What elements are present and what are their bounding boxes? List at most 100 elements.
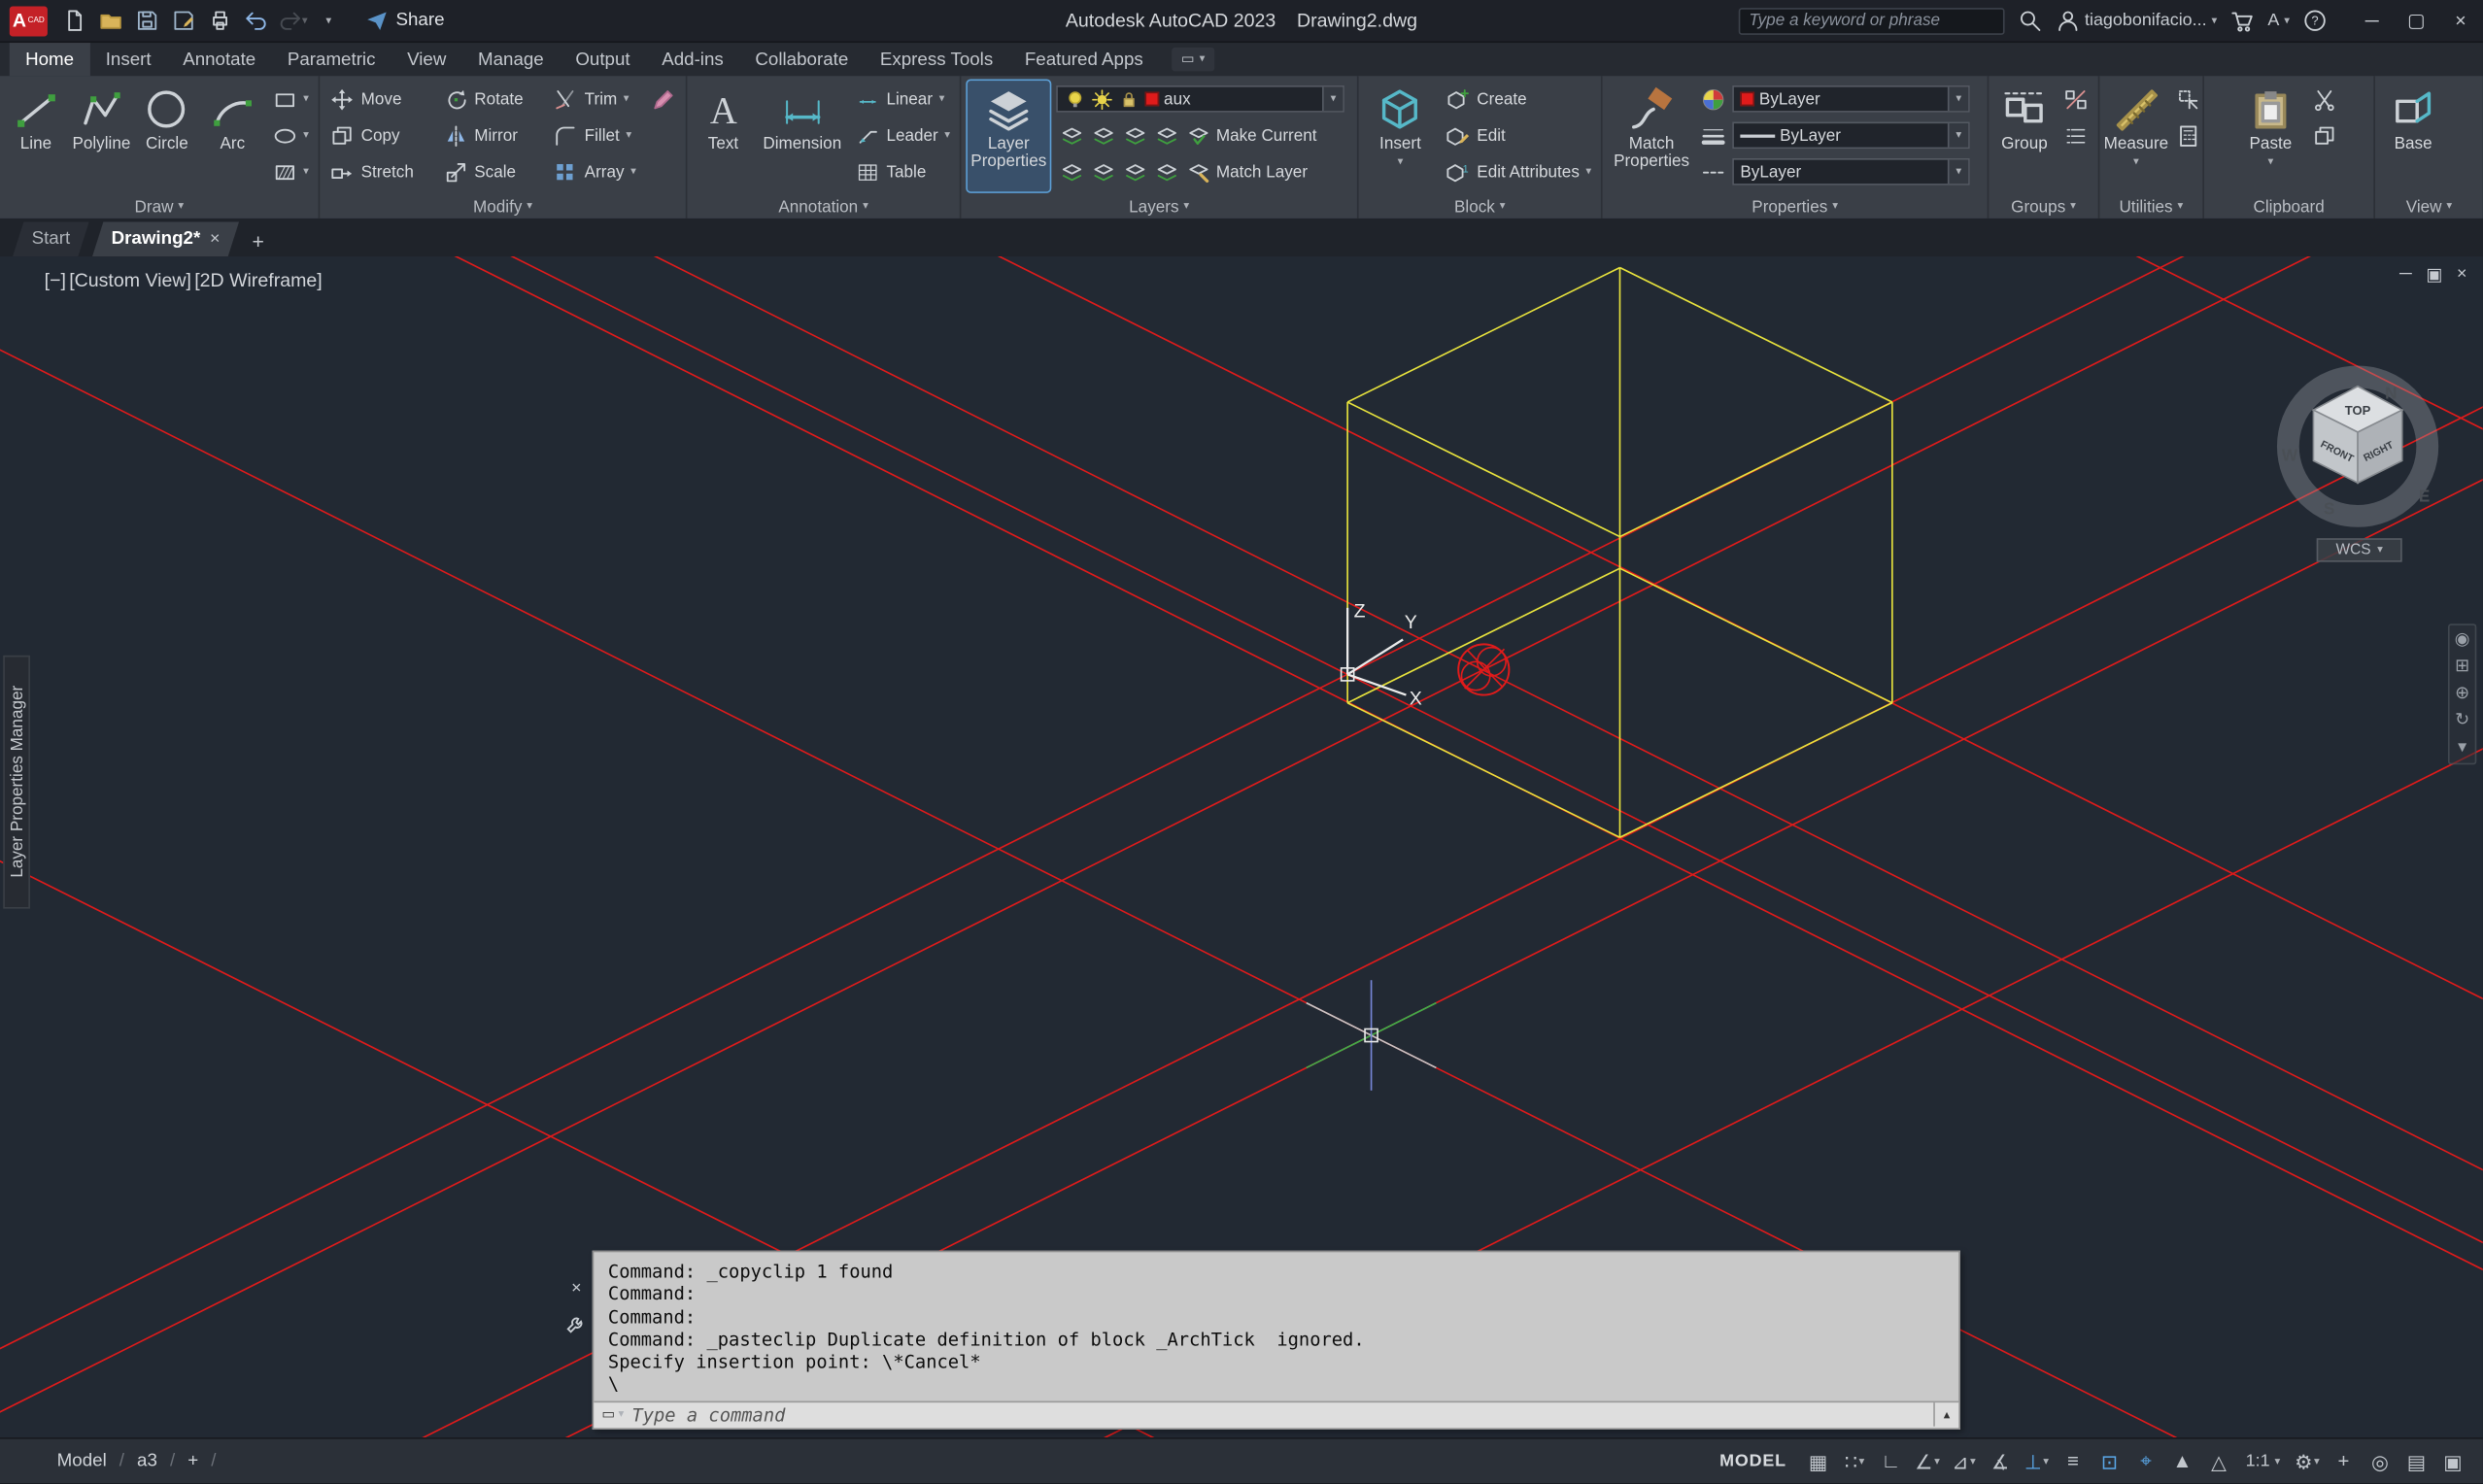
linetype-combo[interactable]: ByLayer ▾ [1732,158,1970,186]
ortho-mode-toggle[interactable]: ∟ [1874,1444,1909,1477]
app-store-button[interactable] [2229,8,2255,33]
tab-express-tools[interactable]: Express Tools [865,43,1009,76]
pan-icon[interactable]: ⊞ [2455,658,2469,676]
save-as-button[interactable] [166,5,199,37]
grid-display-toggle[interactable]: ▦ [1801,1444,1836,1477]
new-layout-button[interactable]: + [187,1452,198,1471]
isolate-objects-button[interactable]: ◎ [2363,1444,2398,1477]
layer-combo[interactable]: aux ▾ [1056,85,1344,113]
rectangle-button[interactable]: ▾ [268,81,312,117]
tab-manage[interactable]: Manage [462,43,560,76]
trim-button[interactable]: Trim ▾ [550,81,641,117]
array-button[interactable]: Array ▾ [550,153,641,189]
viewcube[interactable]: N E S W TOP FRONT RIGHT [2276,365,2439,527]
tab-insert[interactable]: Insert [89,43,166,76]
clipboard-panel-label[interactable]: Clipboard [2204,194,2373,218]
line-button[interactable]: Line [7,81,66,191]
view-panel-label[interactable]: View ▾ [2375,194,2483,218]
utilities-panel-label[interactable]: Utilities ▾ [2099,194,2202,218]
visual-style-menu[interactable]: [2D Wireframe] [194,269,323,291]
stretch-button[interactable]: Stretch [326,153,433,189]
scale-button[interactable]: Scale [439,153,543,189]
polyline-button[interactable]: Polyline [72,81,131,191]
properties-panel-label[interactable]: Properties ▾ [1603,194,1988,218]
file-tab-close-icon[interactable]: × [210,229,220,249]
paste-button[interactable]: Paste ▾ [2239,81,2302,191]
compass-south[interactable]: S [2324,500,2334,519]
compass-east[interactable]: E [2419,488,2430,506]
layer-combo-dropdown[interactable]: ▾ [1322,86,1344,112]
create-block-button[interactable]: Create [1442,81,1594,117]
match-properties-button[interactable]: Match Properties [1609,81,1694,191]
quick-calc-button[interactable] [2172,118,2204,153]
object-snap-tracking-toggle[interactable]: ∡ [1983,1444,2018,1477]
autocad-app-button[interactable]: A CAD [9,5,48,36]
layer-off-icon[interactable] [1059,122,1084,148]
workspace-switching-button[interactable]: ⚙ ▾ [2290,1444,2325,1477]
viewport-close-icon[interactable]: × [2457,264,2466,285]
fillet-button[interactable]: Fillet ▾ [550,118,641,153]
open-file-button[interactable] [93,5,126,37]
orbit-icon[interactable]: ↻ [2455,712,2469,730]
rotate-button[interactable]: Rotate [439,81,543,117]
model-space-button[interactable]: MODEL [1719,1452,1786,1471]
help-button[interactable]: ? [2302,8,2328,33]
wcs-menu[interactable]: WCS ▾ [2316,538,2402,562]
tab-home[interactable]: Home [9,43,90,77]
minimize-button[interactable]: ─ [2350,0,2395,41]
annotation-monitor-toggle[interactable]: + [2326,1444,2361,1477]
share-button[interactable]: Share [364,8,445,33]
layer-properties-button[interactable]: Layer Properties [966,79,1052,193]
linear-button[interactable]: Linear ▾ [852,81,954,117]
table-button[interactable]: Table [852,153,954,189]
layer-unisolate-icon[interactable] [1059,159,1084,185]
layers-panel-label[interactable]: Layers ▾ [961,194,1357,218]
insert-block-button[interactable]: Insert ▾ [1365,81,1436,191]
undo-button[interactable] [239,5,272,37]
close-button[interactable]: × [2438,0,2483,41]
new-drawing-tab-button[interactable]: + [242,224,274,256]
compass-west[interactable]: W [2282,446,2298,464]
command-line-window[interactable]: × Command: _copyclip 1 found Command: Co… [566,1250,1960,1430]
lineweight-display-toggle[interactable]: ≡ [2056,1444,2091,1477]
mirror-button[interactable]: Mirror [439,118,543,153]
save-button[interactable] [130,5,163,37]
hatch-button[interactable]: ▾ [268,153,312,189]
group-edit-button[interactable] [2060,118,2092,153]
autoscale-toggle[interactable]: △ [2201,1444,2236,1477]
viewport-restore-icon[interactable]: ▣ [2426,264,2442,286]
selection-cycling-toggle[interactable]: ⊡ [2092,1444,2127,1477]
dimension-button[interactable]: Dimension [760,81,846,191]
tab-collaborate[interactable]: Collaborate [739,43,864,76]
isometric-drafting-toggle[interactable]: ⊿ ▾ [1947,1444,1982,1477]
layer-unlock-icon[interactable] [1123,159,1148,185]
arc-button[interactable]: Arc [203,81,262,191]
clean-screen-button[interactable]: ▣ [2435,1444,2470,1477]
model-tab[interactable]: Model [57,1452,107,1471]
object-snap-toggle[interactable]: ⊥ ▾ [2020,1444,2055,1477]
edit-attributes-button[interactable]: 1 Edit Attributes ▾ [1442,153,1594,189]
circle-button[interactable]: Circle [137,81,196,191]
tab-add-ins[interactable]: Add-ins [646,43,739,76]
measure-button[interactable]: Measure ▾ [2104,81,2168,191]
navbar-more-icon[interactable]: ▾ [2458,738,2466,757]
groups-panel-label[interactable]: Groups ▾ [1989,194,2097,218]
command-options-button[interactable]: ▭ ▾ [594,1406,631,1424]
layer-lock-tool-icon[interactable] [1154,122,1179,148]
draw-panel-label[interactable]: Draw ▾ [0,194,319,218]
polar-tracking-toggle[interactable]: ∠ ▾ [1910,1444,1945,1477]
view-name-menu[interactable]: [Custom View] [69,269,191,291]
block-panel-label[interactable]: Block ▾ [1359,194,1601,218]
tab-featured-apps[interactable]: Featured Apps [1009,43,1160,76]
match-layer-button[interactable]: Match Layer [1186,159,1308,185]
dynamic-input-toggle[interactable]: ⌖ [2128,1444,2163,1477]
autodesk-apps-button[interactable]: A ▾ [2267,11,2290,30]
layer-walk-icon[interactable] [1154,159,1179,185]
text-button[interactable]: A Text [694,81,753,191]
layer-properties-manager-palette-tab[interactable]: Layer Properties Manager [3,655,30,909]
search-input[interactable] [1739,11,2003,30]
ellipse-button[interactable]: ▾ [268,118,312,153]
layer-freeze-icon[interactable] [1123,122,1148,148]
layout-a3-tab[interactable]: a3 [137,1452,157,1471]
tab-view[interactable]: View [391,43,462,76]
